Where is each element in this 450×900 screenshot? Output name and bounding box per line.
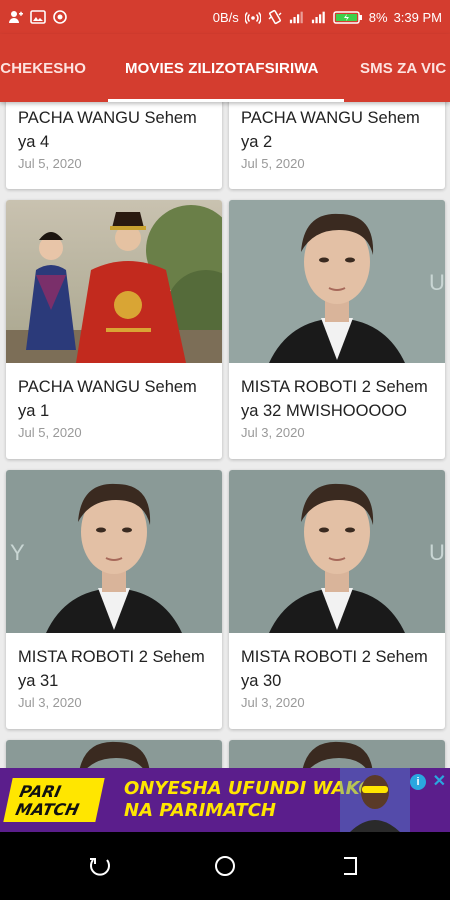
movie-title: PACHA WANGU Sehem ya 4: [18, 109, 197, 151]
movie-date: Jul 5, 2020: [18, 156, 82, 171]
ad-logo-bottom: MATCH: [13, 800, 81, 819]
vibrate-icon: [267, 9, 283, 25]
gallery-icon: [30, 9, 46, 25]
svg-text:U: U: [429, 540, 445, 565]
movie-date: Jul 5, 2020: [18, 425, 82, 440]
tab-sms-za-vic[interactable]: SMS ZA VIC: [360, 34, 446, 102]
ad-close-icon[interactable]: ✕: [433, 771, 446, 791]
movie-title: PACHA WANGU Sehem ya 2: [241, 109, 420, 151]
movie-card[interactable]: U MISTA ROBOTI 2 Sehem ya 32 MWISHOOOOO …: [229, 200, 445, 459]
tab-label: ICHEKESHO: [0, 59, 87, 77]
ad-banner[interactable]: PARI MATCH ONYESHA UFUNDI WAKO NA PARIMA…: [0, 768, 450, 832]
tab-ichekesho[interactable]: ICHEKESHO: [0, 34, 86, 102]
battery-percent: 8%: [368, 9, 388, 25]
movie-card[interactable]: [6, 740, 222, 768]
movie-title: PACHA WANGU Sehem ya 1: [18, 378, 197, 420]
category-tabs: ICHEKESHO MOVIES ZILIZOTAFSIRIWA SMS ZA …: [0, 34, 450, 102]
net-speed: 0B/s: [212, 9, 239, 25]
home-button[interactable]: [211, 852, 239, 880]
ad-subline: NA PARIMATCH: [124, 800, 276, 821]
movie-card[interactable]: U MISTA ROBOTI 2 Sehem ya 30 Jul 3, 2020: [229, 470, 445, 729]
movie-date: Jul 5, 2020: [241, 156, 305, 171]
ad-info-icon[interactable]: i: [410, 774, 426, 790]
movie-grid: PACHA WANGU Sehem ya 4 Jul 5, 2020 PACHA…: [0, 102, 450, 768]
movie-card[interactable]: [229, 740, 445, 768]
movie-title: MISTA ROBOTI 2 Sehem ya 30: [241, 648, 428, 690]
recent-apps-button[interactable]: [86, 852, 114, 880]
clock: 3:39 PM: [393, 9, 442, 25]
signal-icon: [289, 9, 305, 25]
movie-card[interactable]: Y MISTA ROBOTI 2 Sehem ya 31 Jul 3, 2020: [6, 470, 222, 729]
parimatch-logo: PARI MATCH: [3, 778, 105, 822]
movie-card[interactable]: PACHA WANGU Sehem ya 2 Jul 5, 2020: [229, 102, 445, 189]
ad-person-image: [340, 768, 410, 832]
record-icon: [52, 9, 68, 25]
movie-thumbnail: [6, 740, 222, 768]
movie-date: Jul 3, 2020: [241, 425, 305, 440]
movie-thumbnail: Y: [6, 470, 222, 633]
movie-card[interactable]: PACHA WANGU Sehem ya 1 Jul 5, 2020: [6, 200, 222, 459]
active-tab-indicator: [108, 99, 344, 102]
tab-label: MOVIES ZILIZOTAFSIRIWA: [125, 59, 319, 77]
movie-thumbnail: U: [229, 470, 445, 633]
tab-label: SMS ZA VIC: [360, 59, 447, 77]
status-bar: 0B/s 8% 3:39 PM: [0, 0, 450, 34]
ad-logo-top: PARI: [17, 782, 63, 801]
movie-title: MISTA ROBOTI 2 Sehem ya 32 MWISHOOOOO: [241, 378, 428, 420]
svg-text:U: U: [429, 270, 445, 295]
back-button[interactable]: [336, 852, 364, 880]
battery-icon: [333, 9, 363, 25]
movie-thumbnail: [6, 200, 222, 363]
svg-text:Y: Y: [10, 540, 25, 565]
hotspot-icon: [244, 9, 261, 25]
person-add-icon: [8, 9, 24, 25]
signal-icon: [311, 9, 327, 25]
system-nav-bar: [0, 832, 450, 900]
movie-date: Jul 3, 2020: [241, 695, 305, 710]
tab-movies-zilizotafsiriwa[interactable]: MOVIES ZILIZOTAFSIRIWA: [125, 34, 319, 102]
movie-thumbnail: U: [229, 200, 445, 363]
movie-thumbnail: [229, 740, 445, 768]
movie-card[interactable]: PACHA WANGU Sehem ya 4 Jul 5, 2020: [6, 102, 222, 189]
ad-headline: ONYESHA UFUNDI WAKO: [124, 778, 374, 799]
movie-title: MISTA ROBOTI 2 Sehem ya 31: [18, 648, 205, 690]
movie-date: Jul 3, 2020: [18, 695, 82, 710]
